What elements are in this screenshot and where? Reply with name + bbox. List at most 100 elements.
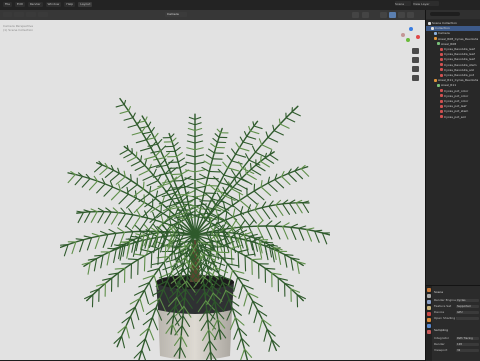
frond-leaflet [291,227,296,239]
frond-leaflet [195,178,205,180]
gizmo-y-dot[interactable] [406,38,410,42]
gizmo-z-dot[interactable] [409,27,413,31]
editor-type-button[interactable] [3,12,12,17]
frond-leaflet [249,301,253,314]
render-tab-icon[interactable] [427,288,431,292]
frond-leaflet [131,175,132,181]
frond-leaflet [295,171,303,179]
menu-render[interactable]: Render [28,2,43,7]
add-menu[interactable] [38,12,48,17]
property-value-field[interactable]: 32 [456,349,479,352]
camera-view-button[interactable] [412,66,419,72]
material-icon [440,115,443,118]
frond-leaflet [176,202,188,203]
frond-leaflet [75,176,82,184]
output-tab-icon[interactable] [427,294,431,298]
properties-section-title[interactable]: Scene [434,290,480,295]
frond-leaflet [204,161,211,165]
gizmo-neg-x-dot[interactable] [401,33,405,37]
menu-help[interactable]: Help [64,2,75,7]
frond-leaflet [112,213,119,224]
world-tab-icon[interactable] [427,312,431,316]
wireframe-shading-button[interactable] [380,12,387,18]
solid-shading-button[interactable] [389,12,396,18]
frond-leaflet [142,350,146,360]
frond-leaflet [239,193,240,201]
frond-leaflet [107,252,109,265]
sampling-section-title[interactable]: Sampling [434,328,480,333]
overlay-button[interactable] [352,12,359,18]
outliner-row-label: Cycas_Revoluta_stem [444,63,477,67]
workspace-tab-layout[interactable]: Layout [78,2,92,7]
property-row: Render 128 [434,342,480,347]
material-tab-icon[interactable] [427,330,431,334]
frond-leaflet [278,251,280,264]
modifier-tab-icon[interactable] [427,324,431,328]
xray-button[interactable] [362,12,369,18]
menu-file[interactable]: File [3,2,12,7]
frond-leaflet [149,328,154,340]
frond-leaflet [126,226,133,231]
frond-leaflet [151,186,162,191]
frond-leaflet [256,165,265,171]
frond-leaflet [289,203,296,213]
outliner-row-label: Cycas_Revoluta_soil [444,68,474,72]
perspective-toggle-button[interactable] [412,75,419,81]
object-icon [434,37,437,40]
scene-tab-icon[interactable] [427,306,431,310]
view-layer-tab-icon[interactable] [427,300,431,304]
property-value-field[interactable] [456,317,479,320]
frond-leaflet [244,235,248,249]
view-menu[interactable] [14,12,24,17]
frond-leaflet [144,256,145,271]
outliner-row[interactable]: Cycas_pot_soil [426,115,480,120]
pan-button[interactable] [412,57,419,63]
frond-leaflet [237,183,248,189]
outliner-header [426,10,480,19]
outliner-row-label: Cycas_Revoluta_pot [444,73,474,77]
camera-selector[interactable]: Camera [165,12,187,17]
view-layer-selector[interactable]: View Layer [413,1,439,6]
property-value-field[interactable]: Cycles [456,299,479,302]
property-row: Viewport 32 [434,348,480,353]
frond-leaflet [232,149,236,154]
outliner-row-label: Cycas_pot_color [444,89,468,93]
frond-leaflet [105,170,113,177]
frond-leaflet [186,155,195,157]
scene-selector[interactable]: Scene [395,1,411,6]
outliner-row-label: Cycas_pot_soil [444,115,466,119]
properties-panel: Scene Render EngineCyclesFeature SetSupp… [425,285,480,361]
outliner-row-label: Areal_R11_Cycas_Revoluta [438,78,478,82]
3d-viewport[interactable]: Camera Camera Perspective (1) Scene Coll… [0,10,425,360]
menu-window[interactable]: Window [46,2,62,7]
menu-edit[interactable]: Edit [15,2,25,7]
property-label: Render [434,342,445,346]
camera-icon [434,32,437,35]
select-menu[interactable] [26,12,36,17]
property-label: Viewport [434,348,447,352]
gizmo-x-dot[interactable] [416,35,420,39]
property-value-field[interactable]: 128 [456,343,479,346]
frond-leaflet [228,233,233,248]
frond-leaflet [131,236,139,237]
object-tab-icon[interactable] [427,318,431,322]
property-value-field[interactable]: Supported [456,305,479,308]
frond-leaflet [291,224,298,227]
viewport-info: Camera Perspective (1) Scene Collection [3,24,33,32]
material-shading-button[interactable] [398,12,405,18]
frond-leaflet [178,158,184,162]
property-value-field[interactable]: GPU [456,311,479,314]
frond-leaflet [223,162,228,168]
zoom-button[interactable] [412,48,419,54]
frond-leaflet [261,187,270,196]
frond-leaflet [283,227,288,240]
outliner-search-input[interactable] [430,12,460,16]
property-value-field[interactable]: Path Tracing [456,337,479,340]
property-row: IntegratorPath Tracing [434,336,480,341]
rendered-shading-button[interactable] [407,12,414,18]
frond-leaflet [68,174,75,182]
outliner-row-label: Cycas_pot_color [444,94,468,98]
outliner-row-label: Cycas_Revoluta_leaf [444,47,475,51]
frond-leaflet [270,155,278,160]
outliner-row-label: Scene Collection [432,21,457,25]
